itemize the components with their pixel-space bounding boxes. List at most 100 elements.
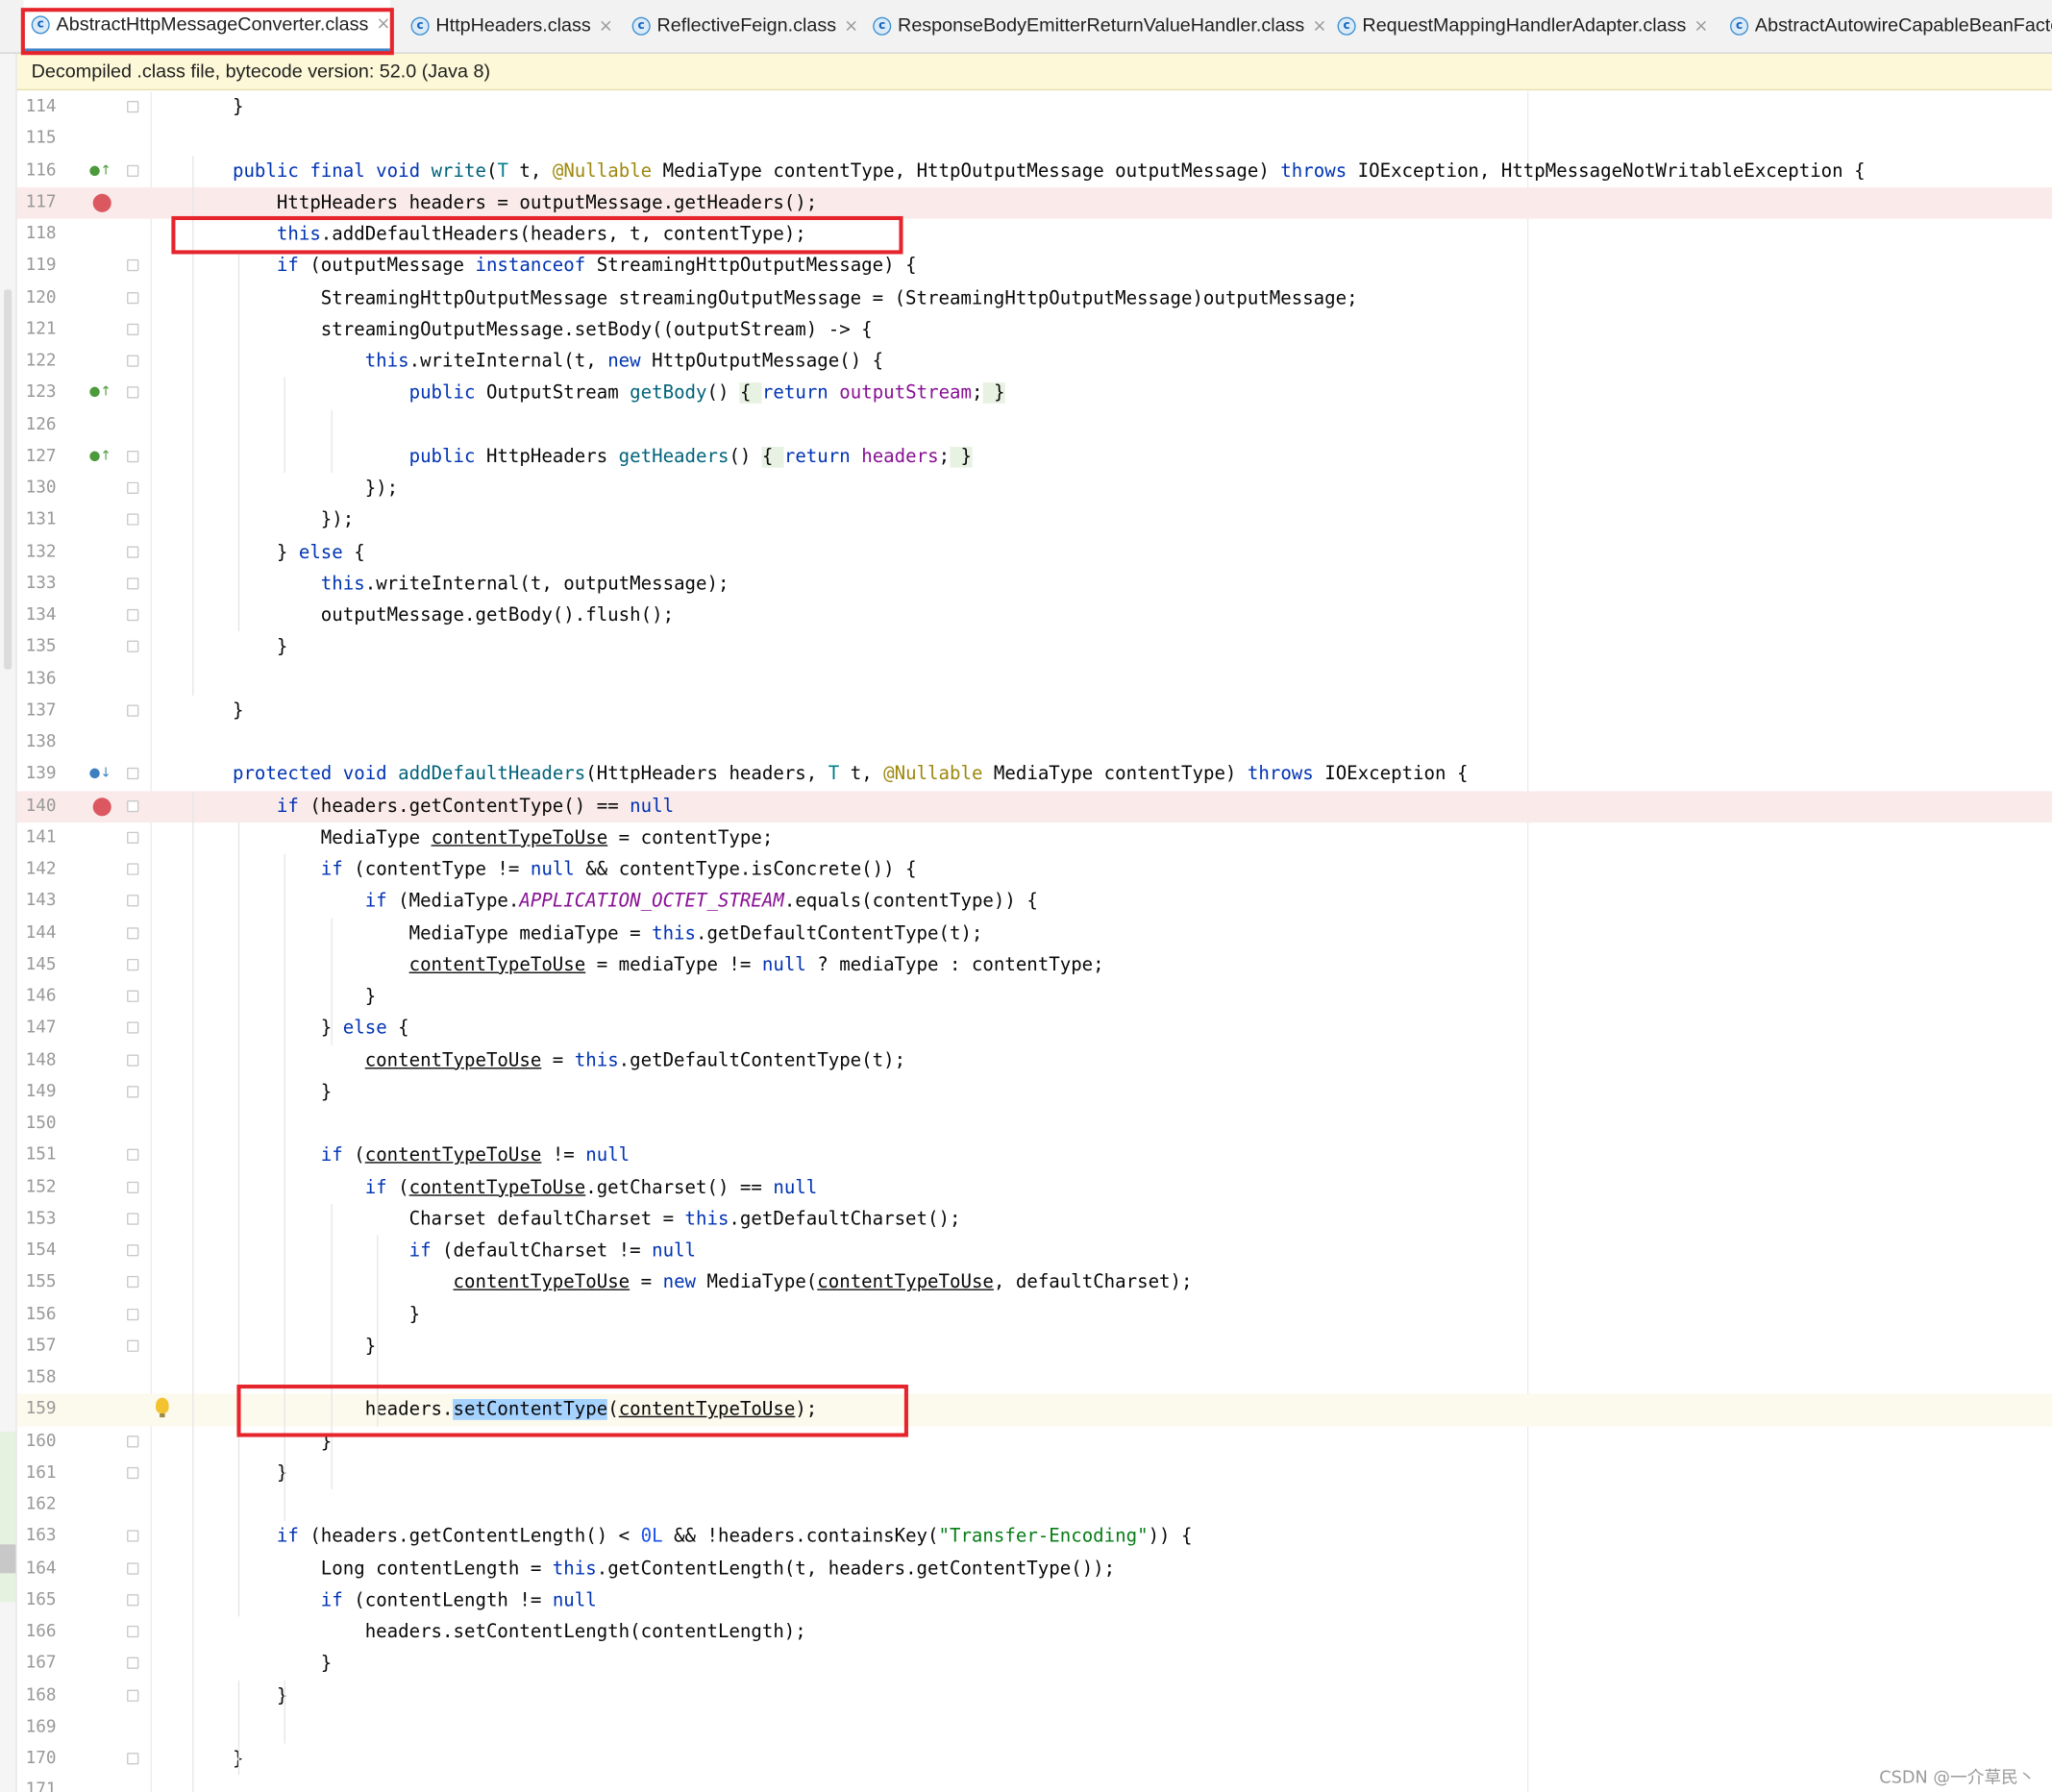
fold-marker-icon[interactable]	[127, 291, 139, 304]
line-number[interactable]: 121	[17, 314, 57, 346]
code-line[interactable]: 137 }	[17, 696, 2052, 727]
fold-marker-icon[interactable]	[127, 1625, 139, 1638]
code-text[interactable]: if (contentTypeToUse.getCharset() == nul…	[188, 1171, 818, 1203]
code-line[interactable]: 163 if (headers.getContentLength() < 0L …	[17, 1521, 2052, 1553]
line-number[interactable]: 149	[17, 1076, 57, 1108]
code-text[interactable]: });	[188, 504, 354, 536]
tab-abstractautowirecapablebeanfacto[interactable]: c AbstractAutowireCapableBeanFacto	[1722, 0, 2052, 53]
fold-marker-icon[interactable]	[127, 1244, 139, 1257]
code-text[interactable]: if (headers.getContentType() == null	[188, 791, 674, 822]
code-text[interactable]: }	[188, 1648, 332, 1680]
code-text[interactable]: }	[188, 981, 376, 1013]
code-text[interactable]: }	[188, 91, 244, 123]
code-line[interactable]: 149 }	[17, 1076, 2052, 1108]
breakpoint-icon[interactable]	[92, 797, 111, 816]
line-number[interactable]: 122	[17, 346, 57, 378]
code-text[interactable]: HttpHeaders headers = outputMessage.getH…	[188, 187, 817, 219]
line-number[interactable]: 134	[17, 600, 57, 631]
fold-marker-icon[interactable]	[127, 1181, 139, 1193]
line-number[interactable]: 155	[17, 1267, 57, 1299]
fold-marker-icon[interactable]	[127, 1085, 139, 1098]
line-number[interactable]: 161	[17, 1458, 57, 1489]
line-number[interactable]: 135	[17, 631, 57, 663]
code-line[interactable]: 115	[17, 123, 2052, 155]
code-line[interactable]: 114 }	[17, 91, 2052, 123]
fold-marker-icon[interactable]	[127, 640, 139, 653]
line-number[interactable]: 152	[17, 1171, 57, 1203]
code-line[interactable]: 139 ●↓ protected void addDefaultHeaders(H…	[17, 759, 2052, 791]
line-number[interactable]: 169	[17, 1711, 57, 1743]
code-line[interactable]: 151 if (contentTypeToUse != null	[17, 1140, 2052, 1171]
line-number[interactable]: 154	[17, 1236, 57, 1267]
code-line[interactable]: 130 });	[17, 473, 2052, 504]
code-line[interactable]: 131 });	[17, 504, 2052, 536]
fold-marker-icon[interactable]	[127, 164, 139, 177]
override-method-icon[interactable]: ●↑	[89, 447, 111, 468]
line-number[interactable]: 139	[17, 759, 57, 791]
tab-reflectivefeign[interactable]: c ReflectiveFeign.class ×	[624, 0, 858, 53]
code-text[interactable]: outputMessage.getBody().flush();	[188, 600, 674, 631]
fold-marker-icon[interactable]	[127, 1530, 139, 1542]
line-number[interactable]: 132	[17, 536, 57, 568]
tab-httpheaders[interactable]: c HttpHeaders.class ×	[403, 0, 613, 53]
fold-marker-icon[interactable]	[127, 513, 139, 527]
code-line[interactable]: 136	[17, 664, 2052, 696]
code-text[interactable]: if (contentLength != null	[188, 1584, 597, 1616]
fold-marker-icon[interactable]	[127, 1148, 139, 1162]
left-strip-scroll-thumb[interactable]	[4, 289, 12, 670]
fold-marker-icon[interactable]	[127, 1753, 139, 1765]
line-number[interactable]: 126	[17, 409, 57, 441]
fold-marker-icon[interactable]	[127, 1213, 139, 1225]
line-number[interactable]: 146	[17, 981, 57, 1013]
code-text[interactable]: Charset defaultCharset = this.getDefault…	[188, 1204, 961, 1236]
fold-marker-icon[interactable]	[127, 1657, 139, 1670]
line-number[interactable]: 142	[17, 854, 57, 886]
line-number[interactable]: 138	[17, 727, 57, 759]
line-number[interactable]: 136	[17, 664, 57, 696]
fold-marker-icon[interactable]	[127, 259, 139, 272]
code-text[interactable]: public OutputStream getBody() { return o…	[188, 378, 1005, 409]
fold-marker-icon[interactable]	[127, 450, 139, 462]
tab-close-icon[interactable]: ×	[1312, 16, 1326, 36]
code-text[interactable]: headers.setContentLength(contentLength);	[188, 1616, 806, 1648]
code-text[interactable]: protected void addDefaultHeaders(HttpHea…	[188, 759, 1468, 791]
code-text[interactable]: if (contentTypeToUse != null	[188, 1140, 630, 1171]
fold-marker-icon[interactable]	[127, 1276, 139, 1289]
line-number[interactable]: 133	[17, 568, 57, 600]
code-line[interactable]: 123 ●↑ public OutputStream getBody() { re…	[17, 378, 2052, 409]
line-number[interactable]: 115	[17, 123, 57, 155]
fold-marker-icon[interactable]	[127, 1593, 139, 1607]
code-text[interactable]: streamingOutputMessage.setBody((outputSt…	[188, 314, 873, 346]
code-text[interactable]: }	[188, 696, 244, 727]
code-line[interactable]: 157 }	[17, 1331, 2052, 1362]
line-number[interactable]: 131	[17, 504, 57, 536]
fold-marker-icon[interactable]	[127, 799, 139, 812]
code-line[interactable]: 122 this.writeInternal(t, new HttpOutput…	[17, 346, 2052, 378]
line-number[interactable]: 165	[17, 1584, 57, 1616]
line-number[interactable]: 123	[17, 378, 57, 409]
tab-close-icon[interactable]: ×	[599, 16, 613, 36]
code-line[interactable]: 166 headers.setContentLength(contentLeng…	[17, 1616, 2052, 1648]
line-number[interactable]: 119	[17, 251, 57, 282]
line-number[interactable]: 118	[17, 219, 57, 251]
fold-marker-icon[interactable]	[127, 100, 139, 113]
line-number[interactable]: 168	[17, 1680, 57, 1711]
line-number[interactable]: 170	[17, 1744, 57, 1776]
code-line[interactable]: 169	[17, 1711, 2052, 1743]
code-text[interactable]: this.writeInternal(t, outputMessage);	[188, 568, 729, 600]
fold-marker-icon[interactable]	[127, 1308, 139, 1320]
code-text[interactable]: if (outputMessage instanceof StreamingHt…	[188, 251, 917, 282]
line-number[interactable]: 137	[17, 696, 57, 727]
tab-close-icon[interactable]: ×	[1694, 16, 1709, 36]
code-line[interactable]: 164 Long contentLength = this.getContent…	[17, 1553, 2052, 1584]
line-number[interactable]: 164	[17, 1553, 57, 1584]
fold-marker-icon[interactable]	[127, 1688, 139, 1702]
code-line[interactable]: 117 HttpHeaders headers = outputMessage.…	[16, 186, 2052, 219]
code-text[interactable]: Long contentLength = this.getContentLeng…	[188, 1553, 1115, 1584]
code-text[interactable]: MediaType contentTypeToUse = contentType…	[188, 822, 774, 854]
lightbulb-icon[interactable]	[156, 1397, 169, 1418]
fold-marker-icon[interactable]	[127, 768, 139, 780]
code-line[interactable]: 143 if (MediaType.APPLICATION_OCTET_STRE…	[17, 886, 2052, 918]
fold-marker-icon[interactable]	[127, 1053, 139, 1067]
fold-marker-icon[interactable]	[127, 608, 139, 622]
